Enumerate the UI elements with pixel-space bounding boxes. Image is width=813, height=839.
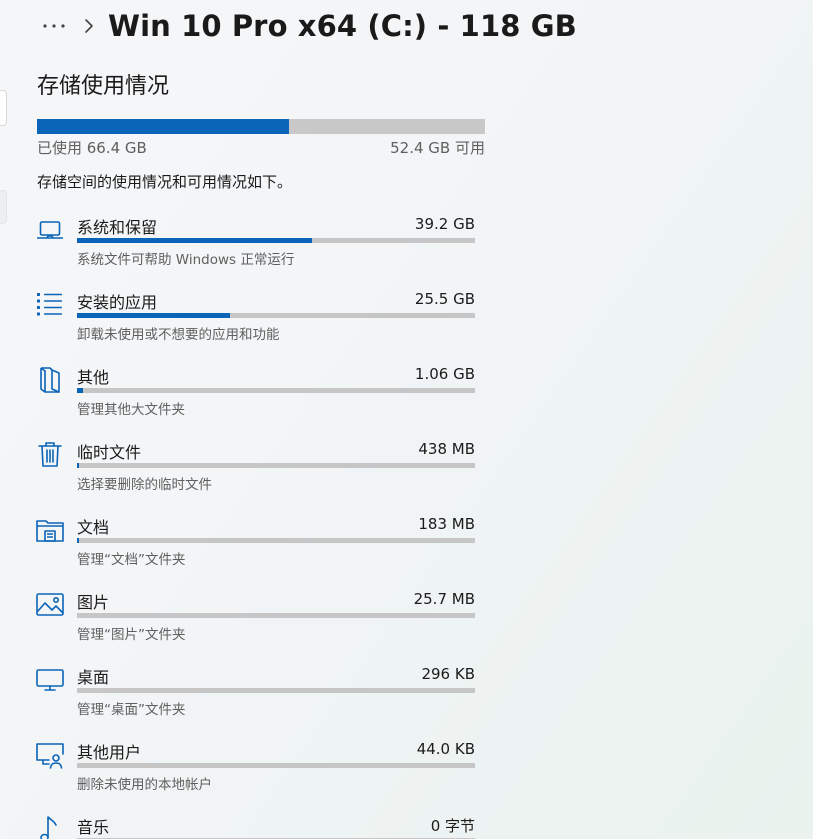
category-size: 0 字节 xyxy=(430,817,475,835)
category-usage-bar-fill xyxy=(77,538,79,543)
category-usage-bar xyxy=(77,688,475,693)
category-usage-bar-fill xyxy=(77,313,231,318)
category-subtitle: 管理其他大文件夹 xyxy=(77,402,185,418)
page-title: Win 10 Pro x64 (C:) - 118 GB xyxy=(108,9,577,43)
category-usage-bar xyxy=(77,463,475,468)
category-name: 桌面 xyxy=(77,668,110,687)
category-subtitle: 管理“文档”文件夹 xyxy=(77,552,186,568)
category-subtitle: 卸载未使用或不想要的应用和功能 xyxy=(77,327,280,343)
category-system-reserved[interactable]: 系统和保留 39.2 GB 系统文件可帮助 Windows 正常运行 xyxy=(34,213,479,273)
category-usage-bar xyxy=(77,613,475,618)
breadcrumb: Win 10 Pro x64 (C:) - 118 GB xyxy=(40,5,577,47)
more-horizontal-icon[interactable] xyxy=(40,12,68,40)
category-subtitle: 管理“桌面”文件夹 xyxy=(77,702,186,718)
category-subtitle: 管理“图片”文件夹 xyxy=(77,627,186,643)
chevron-right-icon xyxy=(78,12,100,40)
category-name: 系统和保留 xyxy=(77,218,158,237)
category-music[interactable]: 音乐 0 字节 xyxy=(34,813,479,839)
total-storage-bar-fill xyxy=(37,119,290,134)
category-pictures[interactable]: 图片 25.7 MB 管理“图片”文件夹 xyxy=(34,588,479,648)
category-other-users[interactable]: 其他用户 44.0 KB 删除未使用的本地帐户 xyxy=(34,738,479,798)
category-other[interactable]: 其他 1.06 GB 管理其他大文件夹 xyxy=(34,363,479,423)
category-size: 39.2 GB xyxy=(414,215,475,233)
free-space-label: 52.4 GB 可用 xyxy=(390,139,485,157)
used-space-label: 已使用 66.4 GB xyxy=(37,139,147,157)
music-note-icon xyxy=(34,813,66,839)
documents-folder-icon xyxy=(34,513,66,545)
category-name: 临时文件 xyxy=(77,443,142,462)
nav-pane-edge xyxy=(0,190,7,224)
category-size: 183 MB xyxy=(418,515,475,533)
category-usage-bar xyxy=(77,238,475,243)
category-usage-bar-fill xyxy=(77,463,80,468)
category-subtitle: 系统文件可帮助 Windows 正常运行 xyxy=(77,252,295,268)
category-size: 296 KB xyxy=(421,665,475,683)
storage-description: 存储空间的使用情况和可用情况如下。 xyxy=(37,173,293,191)
nav-pane-edge xyxy=(0,90,7,126)
category-size: 44.0 KB xyxy=(416,740,475,758)
category-installed-apps[interactable]: 安装的应用 25.5 GB 卸载未使用或不想要的应用和功能 xyxy=(34,288,479,348)
total-storage-bar xyxy=(37,119,485,134)
category-desktop[interactable]: 桌面 296 KB 管理“桌面”文件夹 xyxy=(34,663,479,723)
trash-icon xyxy=(34,438,66,470)
apps-list-icon xyxy=(34,288,66,320)
category-usage-bar-fill xyxy=(77,238,312,243)
storage-usage-heading: 存储使用情况 xyxy=(37,74,170,99)
category-temporary-files[interactable]: 临时文件 438 MB 选择要删除的临时文件 xyxy=(34,438,479,498)
category-name: 文档 xyxy=(77,518,110,537)
category-usage-bar xyxy=(77,763,475,768)
other-users-icon xyxy=(34,738,66,770)
category-usage-bar xyxy=(77,313,475,318)
folder-other-icon xyxy=(34,363,66,395)
category-size: 438 MB xyxy=(418,440,475,458)
category-size: 25.5 GB xyxy=(414,290,475,308)
category-subtitle: 删除未使用的本地帐户 xyxy=(77,777,212,793)
category-usage-bar xyxy=(77,538,475,543)
category-size: 1.06 GB xyxy=(414,365,475,383)
pictures-icon xyxy=(34,588,66,620)
category-documents[interactable]: 文档 183 MB 管理“文档”文件夹 xyxy=(34,513,479,573)
desktop-monitor-icon xyxy=(34,663,66,695)
laptop-icon xyxy=(34,213,66,245)
category-usage-bar-fill xyxy=(77,388,84,393)
category-name: 其他用户 xyxy=(77,743,142,762)
category-name: 安装的应用 xyxy=(77,293,158,312)
category-name: 其他 xyxy=(77,368,110,387)
category-name: 图片 xyxy=(77,593,110,612)
category-usage-bar xyxy=(77,388,475,393)
category-subtitle: 选择要删除的临时文件 xyxy=(77,477,212,493)
category-size: 25.7 MB xyxy=(413,590,475,608)
category-name: 音乐 xyxy=(77,818,110,837)
